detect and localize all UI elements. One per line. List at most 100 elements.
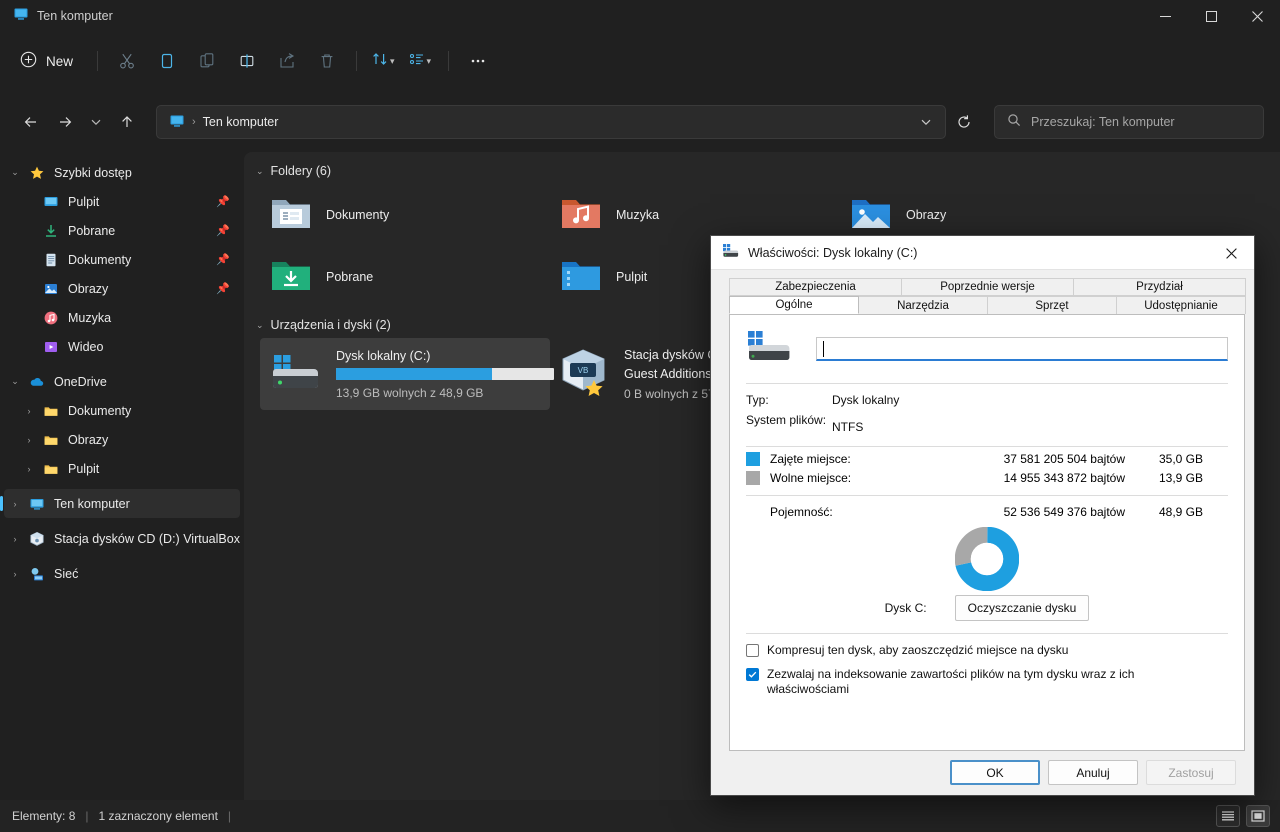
maximize-button[interactable] xyxy=(1188,0,1234,32)
disk-cleanup-button[interactable]: Oczyszczanie dysku xyxy=(955,595,1090,621)
cd-drive-icon xyxy=(26,531,48,547)
sidebar-item-pulpit[interactable]: Pulpit 📌 xyxy=(4,187,240,216)
pin-icon[interactable]: 📌 xyxy=(216,224,230,237)
forward-button[interactable] xyxy=(50,107,80,137)
tab-sprzet[interactable]: Sprzęt xyxy=(987,296,1117,314)
toolbar-divider-3 xyxy=(448,51,449,71)
address-dropdown-button[interactable] xyxy=(913,109,939,135)
sidebar-item-dokumenty[interactable]: Dokumenty 📌 xyxy=(4,245,240,274)
search-input[interactable]: Przeszukaj: Ten komputer xyxy=(1031,115,1175,129)
title-bar-left: Ten komputer xyxy=(0,6,113,27)
twisty-icon[interactable]: ⌄ xyxy=(4,376,26,387)
view-button[interactable]: ▾ xyxy=(404,44,439,78)
refresh-button[interactable] xyxy=(948,105,980,139)
up-button[interactable] xyxy=(112,107,142,137)
dialog-title-bar: Właściwości: Dysk lokalny (C:) xyxy=(711,236,1254,270)
folder-tile-dokumenty[interactable]: Dokumenty xyxy=(260,184,550,246)
pin-icon[interactable]: 📌 xyxy=(216,195,230,208)
chevron-down-icon[interactable]: ⌄ xyxy=(256,320,264,331)
free-space-gb: 13,9 GB xyxy=(1125,471,1203,485)
capacity-row: Pojemność: 52 536 549 376 bajtów 48,9 GB xyxy=(730,496,1244,519)
sidebar-item-this-pc[interactable]: › Ten komputer xyxy=(4,489,240,518)
title-bar: Ten komputer xyxy=(0,0,1280,32)
sidebar-item-onedrive-obrazy[interactable]: › Obrazy xyxy=(4,425,240,454)
back-button[interactable] xyxy=(16,107,46,137)
tab-label: Udostępnianie xyxy=(1144,300,1218,312)
window-controls xyxy=(1142,0,1280,32)
sidebar-item-cd-drive[interactable]: › Stacja dysków CD (D:) VirtualBox xyxy=(4,524,240,553)
share-button[interactable] xyxy=(268,44,306,78)
search-box[interactable]: Przeszukaj: Ten komputer xyxy=(994,105,1264,139)
twisty-icon[interactable]: ⌄ xyxy=(4,167,26,178)
sidebar-item-onedrive[interactable]: ⌄ OneDrive xyxy=(4,367,240,396)
close-button[interactable] xyxy=(1234,0,1280,32)
twisty-icon[interactable]: › xyxy=(4,569,26,579)
tab-udostepnianie[interactable]: Udostępnianie xyxy=(1116,296,1246,314)
sidebar-item-pobrane[interactable]: Pobrane 📌 xyxy=(4,216,240,245)
compress-checkbox-row[interactable]: Kompresuj ten dysk, aby zaoszczędzić mie… xyxy=(730,643,1244,658)
tab-narzedzia[interactable]: Narzędzia xyxy=(858,296,988,314)
free-space-swatch xyxy=(746,471,760,485)
command-bar: New xyxy=(0,32,1280,90)
sidebar-item-label: Wideo xyxy=(68,340,103,354)
twisty-icon[interactable]: › xyxy=(18,406,40,416)
sidebar-item-muzyka[interactable]: Muzyka xyxy=(4,303,240,332)
twisty-icon[interactable]: › xyxy=(18,435,40,445)
sidebar-item-network[interactable]: › Sieć xyxy=(4,559,240,588)
sidebar-item-label: Szybki dostęp xyxy=(54,166,132,180)
pin-icon[interactable]: 📌 xyxy=(216,282,230,295)
dialog-close-button[interactable] xyxy=(1209,236,1254,270)
breadcrumb-current[interactable]: Ten komputer xyxy=(203,115,279,129)
address-bar[interactable]: › Ten komputer xyxy=(156,105,946,139)
index-checkbox-row[interactable]: Zezwalaj na indeksowanie zawartości plik… xyxy=(730,667,1244,697)
sidebar-item-label: Dokumenty xyxy=(68,404,131,418)
status-separator-2: | xyxy=(228,809,231,823)
new-button[interactable]: New xyxy=(10,44,87,78)
cut-button[interactable] xyxy=(108,44,146,78)
this-pc-icon xyxy=(26,496,48,512)
free-space-label: Wolne miejsce: xyxy=(770,471,925,485)
sidebar-item-onedrive-dokumenty[interactable]: › Dokumenty xyxy=(4,396,240,425)
index-checkbox[interactable] xyxy=(746,668,759,681)
twisty-icon[interactable]: › xyxy=(4,499,26,509)
drive-name: Dysk lokalny (C:) xyxy=(336,349,554,363)
large-icons-view-toggle[interactable] xyxy=(1246,805,1270,827)
folder-tile-label: Dokumenty xyxy=(326,208,389,222)
folders-group-label: Foldery (6) xyxy=(271,164,331,178)
tab-zabezpieczenia[interactable]: Zabezpieczenia xyxy=(729,278,902,296)
sort-button[interactable]: ▾ xyxy=(367,44,402,78)
compress-checkbox[interactable] xyxy=(746,644,759,657)
folder-tile-pobrane[interactable]: Pobrane xyxy=(260,246,550,308)
status-item-count: Elementy: 8 xyxy=(12,809,75,823)
sidebar-item-label: Muzyka xyxy=(68,311,111,325)
cancel-button[interactable]: Anuluj xyxy=(1048,760,1138,785)
tab-poprzednie-wersje[interactable]: Poprzednie wersje xyxy=(901,278,1074,296)
more-options-button[interactable] xyxy=(459,44,497,78)
tab-ogolne[interactable]: Ogólne xyxy=(729,296,859,314)
breadcrumb[interactable]: › Ten komputer xyxy=(169,113,278,132)
disk-usage-donut-chart xyxy=(730,527,1244,591)
sidebar-item-obrazy[interactable]: Obrazy 📌 xyxy=(4,274,240,303)
twisty-icon[interactable]: › xyxy=(18,464,40,474)
sidebar-item-wideo[interactable]: Wideo xyxy=(4,332,240,361)
drive-tile-local-disk-c[interactable]: Dysk lokalny (C:) 13,9 GB wolnych z 48,9… xyxy=(260,338,550,410)
ok-button[interactable]: OK xyxy=(950,760,1040,785)
volume-label-input[interactable] xyxy=(816,337,1228,361)
chevron-down-icon[interactable]: ⌄ xyxy=(256,166,264,177)
paste-button[interactable] xyxy=(188,44,226,78)
sidebar-item-label: Pulpit xyxy=(68,462,99,476)
copy-button[interactable] xyxy=(148,44,186,78)
filesystem-row: System plików: NTFS xyxy=(730,407,1244,434)
sidebar-item-quick-access[interactable]: ⌄ Szybki dostęp xyxy=(4,158,240,187)
twisty-icon[interactable]: › xyxy=(4,534,26,544)
pin-icon[interactable]: 📌 xyxy=(216,253,230,266)
rename-button[interactable] xyxy=(228,44,266,78)
delete-button[interactable] xyxy=(308,44,346,78)
navigation-pane[interactable]: ⌄ Szybki dostęp Pulpit 📌 Pobrane 📌 xyxy=(0,152,244,800)
folders-group-header[interactable]: ⌄ Foldery (6) xyxy=(244,158,1280,184)
tab-przydzial[interactable]: Przydział xyxy=(1073,278,1246,296)
sidebar-item-onedrive-pulpit[interactable]: › Pulpit xyxy=(4,454,240,483)
minimize-button[interactable] xyxy=(1142,0,1188,32)
details-view-toggle[interactable] xyxy=(1216,805,1240,827)
recent-locations-button[interactable] xyxy=(84,107,108,137)
